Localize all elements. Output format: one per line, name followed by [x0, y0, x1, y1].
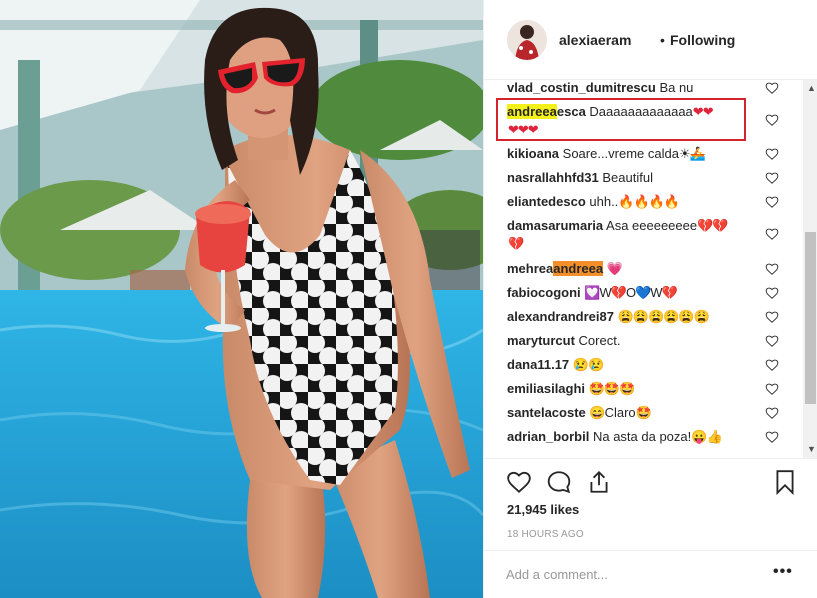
- comment-username[interactable]: santelacoste: [507, 405, 586, 420]
- post-panel: alexiaeram • Following vlad_costin_dumit…: [483, 0, 817, 598]
- comment-row: alexandrandrei87 😩😩😩😩😩😩: [507, 308, 710, 326]
- comment-text: Daaaaaaaaaaaaa: [585, 104, 693, 119]
- heart-icon[interactable]: [765, 382, 779, 396]
- comment-row: nasrallahhfd31 Beautiful: [507, 169, 653, 187]
- header-separator: •: [660, 32, 665, 48]
- comment-username-highlight[interactable]: andreea: [553, 261, 604, 276]
- avatar-image: [507, 20, 547, 60]
- comment-text: Corect.: [574, 333, 621, 348]
- heart-icon[interactable]: [765, 358, 779, 372]
- heart-icon[interactable]: [765, 430, 779, 444]
- comment-username[interactable]: ...: [507, 451, 518, 458]
- comment-row: eliantedesco uhh..🔥🔥🔥🔥: [507, 193, 680, 211]
- hearts-emoji: ❤❤: [692, 104, 714, 119]
- comment-username-rest[interactable]: esca: [557, 104, 586, 119]
- comments-list[interactable]: vlad_costin_dumitrescu Ba nu andreeaesca…: [484, 80, 817, 458]
- comment-username[interactable]: maryturcut: [507, 333, 575, 348]
- heart-icon[interactable]: [765, 113, 779, 127]
- comment-username[interactable]: fabiocogoni: [507, 285, 581, 300]
- comment-icon[interactable]: [546, 469, 572, 495]
- avatar[interactable]: [507, 20, 547, 60]
- scroll-up-arrow-icon[interactable]: ▲: [807, 83, 816, 93]
- comment-row: vlad_costin_dumitrescu Ba nu: [507, 80, 693, 97]
- comment-row: emiliasilaghi 🤩🤩🤩: [507, 380, 636, 398]
- comment-row-continued: 💔: [508, 235, 524, 253]
- comments-scrollbar[interactable]: ▲ ▼: [803, 80, 817, 458]
- comment-row: ... ...: [507, 450, 532, 458]
- comment-row-continued: ❤❤❤: [508, 121, 539, 139]
- heart-emoji: 💗: [606, 261, 623, 276]
- share-icon[interactable]: [586, 469, 612, 495]
- broken-heart-emoji: 💔💔: [697, 218, 728, 233]
- like-heart-icon[interactable]: [506, 469, 532, 495]
- more-options-icon[interactable]: •••: [773, 563, 793, 581]
- add-comment-bar: Add a comment... •••: [484, 550, 817, 598]
- comment-username[interactable]: eliantedesco: [507, 194, 586, 209]
- comment-username[interactable]: damasarumaria: [507, 218, 603, 233]
- heart-icon[interactable]: [765, 262, 779, 276]
- weary-emoji: 😩😩😩😩😩😩: [617, 309, 710, 324]
- comment-username[interactable]: adrian_borbil: [507, 429, 589, 444]
- comment-username[interactable]: emiliasilaghi: [507, 381, 585, 396]
- sun-emoji: ☀🚣: [678, 146, 706, 161]
- broken-heart-emoji: 💔: [508, 236, 524, 251]
- comment-row: adrian_borbil Na asta da poza!😛👍: [507, 428, 723, 446]
- comment-text: Soare...vreme calda: [559, 146, 679, 161]
- add-comment-input[interactable]: Add a comment...: [506, 567, 608, 582]
- comment-text: Beautiful: [598, 170, 653, 185]
- fire-emoji: 🔥🔥🔥🔥: [618, 194, 680, 209]
- comment-row: fabiocogoni 💟W💔O💙W💔: [507, 284, 678, 302]
- hearts-emoji: ❤❤❤: [508, 122, 539, 137]
- comment-username[interactable]: nasrallahhfd31: [507, 170, 599, 185]
- comment-text: Na asta da poza!: [589, 429, 692, 444]
- bookmark-icon[interactable]: [772, 469, 798, 495]
- post-header: alexiaeram • Following: [484, 0, 817, 80]
- heart-icon[interactable]: [765, 227, 779, 241]
- comment-row: mehreaandreea 💗: [507, 260, 623, 278]
- comment-text: Asa eeeeeeeee: [603, 218, 698, 233]
- comment-row: dana11.17 😢😢: [507, 356, 604, 374]
- heart-icon[interactable]: [765, 81, 779, 95]
- photo-illustration: [0, 0, 483, 598]
- likes-count[interactable]: 21,945 likes: [507, 502, 579, 517]
- smile-emoji: 😄: [589, 405, 605, 420]
- comment-text: Ba nu: [655, 80, 694, 95]
- comment-row: maryturcut Corect.: [507, 332, 620, 350]
- comment-row: kikioana Soare...vreme calda☀🚣: [507, 145, 706, 163]
- heart-icon[interactable]: [765, 406, 779, 420]
- following-button[interactable]: Following: [670, 32, 735, 48]
- wow-emoji: 💟W💔O💙W💔: [584, 285, 677, 300]
- comment-username[interactable]: dana11.17: [507, 357, 569, 372]
- comment-username[interactable]: vlad_costin_dumitrescu: [507, 80, 656, 95]
- heart-icon[interactable]: [765, 334, 779, 348]
- heart-icon[interactable]: [765, 147, 779, 161]
- scroll-down-arrow-icon[interactable]: ▼: [807, 444, 816, 454]
- comment-text-2: Claro: [604, 405, 636, 420]
- post-photo: [0, 0, 483, 598]
- comment-username[interactable]: kikioana: [507, 146, 559, 161]
- comment-username-highlight[interactable]: andreea: [507, 104, 557, 119]
- heart-icon[interactable]: [765, 171, 779, 185]
- heart-icon[interactable]: [765, 195, 779, 209]
- comment-row: damasarumaria Asa eeeeeeeee💔💔: [507, 217, 728, 235]
- comment-text: uhh..: [585, 194, 619, 209]
- crying-emoji: 😢😢: [572, 357, 604, 372]
- heart-icon[interactable]: [765, 310, 779, 324]
- comment-username-rest[interactable]: mehrea: [507, 261, 553, 276]
- comment-row: andreeaesca Daaaaaaaaaaaaa❤❤: [507, 103, 714, 121]
- comment-username[interactable]: alexandrandrei87: [507, 309, 614, 324]
- star-eyes-emoji: 🤩🤩🤩: [588, 381, 636, 396]
- post-timestamp[interactable]: 18 HOURS AGO: [507, 529, 584, 540]
- header-username[interactable]: alexiaeram: [559, 32, 631, 48]
- heart-icon[interactable]: [765, 286, 779, 300]
- comment-row: santelacoste 😄Claro🤩: [507, 404, 652, 422]
- comment-text: ...: [518, 451, 532, 458]
- star-eyes-emoji: 🤩: [635, 405, 652, 420]
- scroll-thumb[interactable]: [805, 232, 816, 404]
- tongue-emoji: 😛👍: [691, 429, 722, 444]
